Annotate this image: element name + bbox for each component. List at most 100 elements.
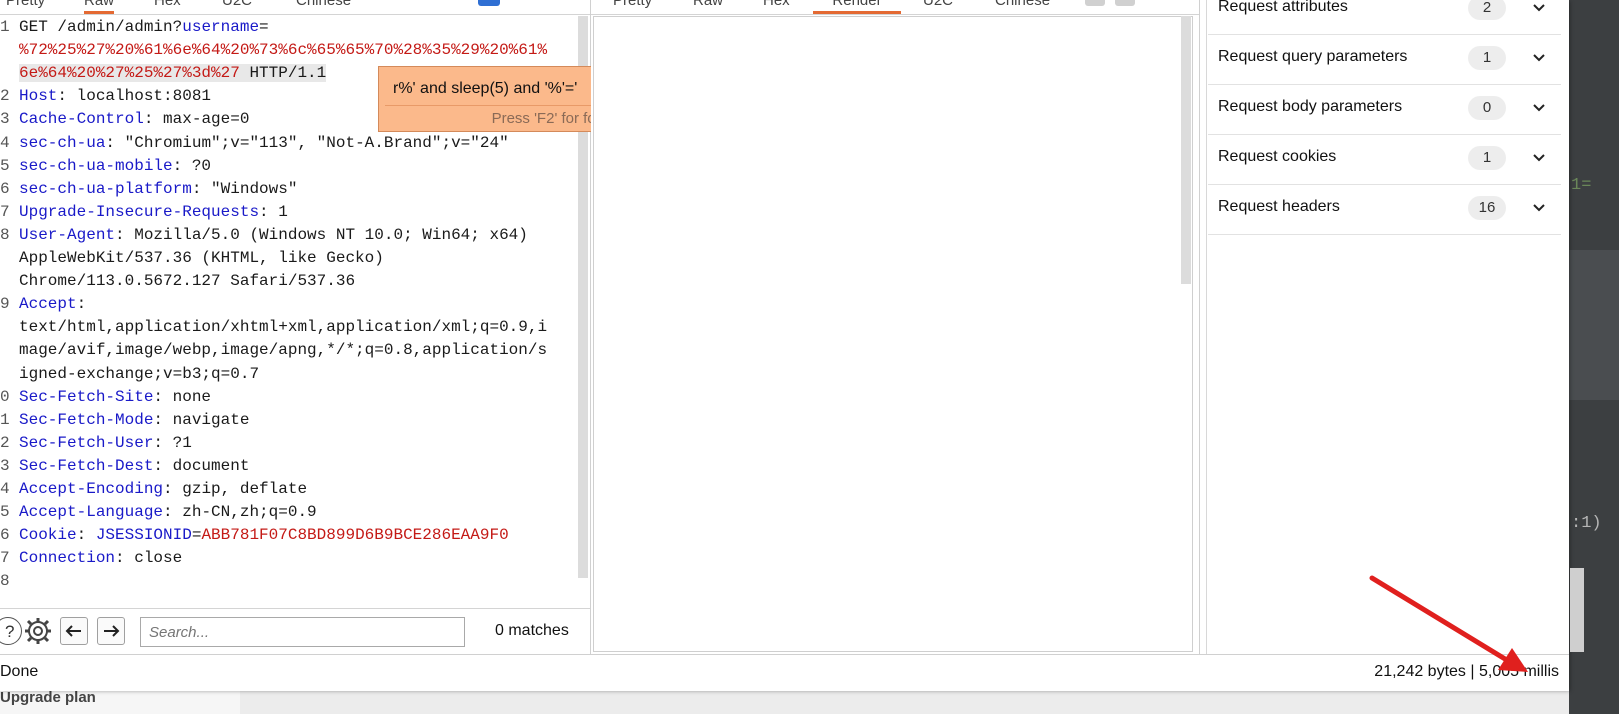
request-text: : bbox=[76, 295, 87, 314]
inspector-scrollbar[interactable] bbox=[1570, 568, 1584, 652]
inspector-row-label: Request attributes bbox=[1218, 0, 1348, 15]
inspector-row-request-attributes[interactable]: Request attributes 2 bbox=[1208, 0, 1561, 35]
request-line: sec-ch-ua-platform: "Windows" bbox=[19, 180, 297, 198]
inspector-panel: Request attributes 2 Request query param… bbox=[1200, 0, 1569, 654]
header-name: Accept-Language bbox=[19, 503, 164, 522]
request-tab-hex[interactable]: Hex bbox=[154, 0, 181, 9]
response-tab-bar: Pretty Raw Hex Render U2C Chinese bbox=[591, 0, 1199, 15]
inspector-row-body-parameters[interactable]: Request body parameters 0 bbox=[1208, 84, 1561, 135]
next-match-button[interactable] bbox=[97, 617, 125, 645]
request-line: Accept-Language: zh-CN,zh;q=0.9 bbox=[19, 503, 317, 521]
request-line: Accept: bbox=[19, 295, 86, 313]
pane-layout-icon[interactable] bbox=[1085, 0, 1105, 6]
request-text: ABB781F07C8BD899D6B9BCE286EAA9F0 bbox=[201, 526, 509, 545]
inspector-row-label: Request headers bbox=[1218, 198, 1340, 215]
help-icon[interactable]: ? bbox=[0, 617, 22, 645]
count-badge: 2 bbox=[1468, 0, 1506, 20]
request-text: text/html,application/xhtml+xml,applicat… bbox=[19, 318, 548, 337]
request-text: : Mozilla/5.0 (Windows NT 10.0; Win64; x… bbox=[115, 225, 528, 244]
request-line: Connection: close bbox=[19, 549, 182, 567]
pane-layout-icon[interactable] bbox=[1115, 0, 1135, 6]
svg-text:?: ? bbox=[5, 622, 14, 641]
count-badge: 0 bbox=[1468, 96, 1506, 120]
search-bar: ? 0 matches bbox=[0, 608, 590, 655]
request-tab-chinese[interactable]: Chinese bbox=[296, 0, 351, 9]
response-tab-chinese[interactable]: Chinese bbox=[995, 0, 1050, 9]
inspector-row-label: Request query parameters bbox=[1218, 48, 1408, 65]
inspector-row-query-parameters[interactable]: Request query parameters 1 bbox=[1208, 34, 1561, 85]
request-line: Host: localhost:8081 bbox=[19, 87, 211, 105]
request-text: = bbox=[191, 526, 202, 545]
request-line: igned-exchange;v=b3;q=0.7 bbox=[19, 365, 259, 383]
request-text: : zh-CN,zh;q=0.9 bbox=[163, 503, 317, 522]
request-line: GET /admin/admin?username= bbox=[19, 18, 269, 36]
request-text: : 1 bbox=[259, 202, 288, 221]
chevron-down-icon bbox=[1533, 204, 1545, 212]
request-text: AppleWebKit/537.36 (KHTML, like Gecko) bbox=[19, 249, 384, 267]
request-text: 6e%64%20%27%25%27%3d%27 bbox=[19, 64, 240, 83]
request-text: HTTP/1.1 bbox=[239, 64, 327, 83]
request-text: mage/avif,image/webp,image/apng,*/*;q=0.… bbox=[19, 341, 548, 360]
request-text: GET /admin/admin? bbox=[19, 18, 183, 36]
line-number: 8 bbox=[0, 572, 10, 591]
request-text: : gzip, deflate bbox=[163, 480, 308, 498]
request-tab-raw[interactable]: Raw bbox=[84, 0, 115, 14]
rendered-response-view bbox=[593, 16, 1193, 652]
request-tab-bar: Pretty Raw Hex U2C Chinese bbox=[0, 0, 590, 15]
underlying-app-bar bbox=[0, 690, 1569, 714]
request-text: : localhost:8081 bbox=[57, 87, 212, 106]
line-number: 3 bbox=[0, 110, 10, 129]
inspector-row-cookies[interactable]: Request cookies 1 bbox=[1208, 134, 1561, 185]
header-name: JSESSIONID bbox=[95, 526, 192, 545]
line-number: 7 bbox=[0, 202, 10, 221]
header-name: sec-ch-ua bbox=[19, 133, 106, 152]
status-text: Done bbox=[0, 663, 39, 680]
request-text: : "Chromium";v="113", "Not-A.Brand";v="2… bbox=[105, 133, 509, 152]
header-name: User-Agent bbox=[19, 225, 116, 244]
search-input[interactable] bbox=[140, 617, 465, 647]
response-tab-render[interactable]: Render bbox=[813, 0, 901, 14]
repeater-window: Pretty Raw Hex U2C Chinese 1 GET /admin/a… bbox=[0, 0, 1584, 691]
response-pane: Pretty Raw Hex Render U2C Chinese bbox=[591, 0, 1200, 654]
header-name: Sec-Fetch-Mode bbox=[19, 410, 154, 429]
line-number: 9 bbox=[0, 295, 10, 314]
response-scrollbar[interactable] bbox=[1181, 16, 1191, 284]
request-line: Accept-Encoding: gzip, deflate bbox=[19, 480, 307, 498]
pane-layout-icon[interactable] bbox=[478, 0, 500, 6]
request-line: %72%25%27%20%61%6e%64%20%73%6c%65%65%70%… bbox=[19, 41, 547, 59]
request-line: Cache-Control: max-age=0 bbox=[19, 110, 249, 128]
inspector-divider bbox=[1206, 0, 1207, 654]
header-name: Accept bbox=[19, 295, 77, 314]
response-tab-u2c[interactable]: U2C bbox=[923, 0, 953, 9]
background-text: :1) bbox=[1571, 514, 1602, 533]
arrow-right-icon bbox=[104, 625, 120, 637]
header-name: Upgrade-Insecure-Requests bbox=[19, 202, 260, 221]
request-line: mage/avif,image/webp,image/apng,*/*;q=0.… bbox=[19, 341, 547, 359]
line-number: 7 bbox=[0, 549, 10, 568]
header-name: Host bbox=[19, 87, 58, 106]
line-number: 5 bbox=[0, 156, 10, 175]
response-tab-pretty[interactable]: Pretty bbox=[613, 0, 652, 9]
count-badge: 16 bbox=[1468, 196, 1506, 220]
inspector-row-label: Request body parameters bbox=[1218, 98, 1403, 115]
request-text: : "Windows" bbox=[191, 179, 298, 198]
request-tab-u2c[interactable]: U2C bbox=[222, 0, 252, 9]
request-text: : none bbox=[153, 387, 212, 406]
background-panel bbox=[1569, 250, 1619, 400]
header-name: sec-ch-ua-platform bbox=[19, 179, 192, 198]
upgrade-plan-link[interactable]: Upgrade plan bbox=[0, 689, 96, 706]
header-name: Accept-Encoding bbox=[19, 480, 164, 498]
line-number: 6 bbox=[0, 526, 10, 545]
response-tab-hex[interactable]: Hex bbox=[763, 0, 790, 9]
request-tab-pretty[interactable]: Pretty bbox=[6, 0, 45, 9]
status-bar: Done 21,242 bytes | 5,005 millis bbox=[0, 654, 1569, 691]
response-tab-raw[interactable]: Raw bbox=[693, 0, 723, 9]
line-number: 0 bbox=[0, 387, 10, 406]
count-badge: 1 bbox=[1468, 46, 1506, 70]
settings-gear-icon[interactable] bbox=[24, 617, 52, 645]
request-text: Chrome/113.0.5672.127 Safari/537.36 bbox=[19, 272, 356, 291]
previous-match-button[interactable] bbox=[60, 617, 88, 645]
request-text: : close bbox=[115, 549, 183, 568]
inspector-row-headers[interactable]: Request headers 16 bbox=[1208, 184, 1561, 235]
chevron-down-icon bbox=[1533, 4, 1545, 12]
